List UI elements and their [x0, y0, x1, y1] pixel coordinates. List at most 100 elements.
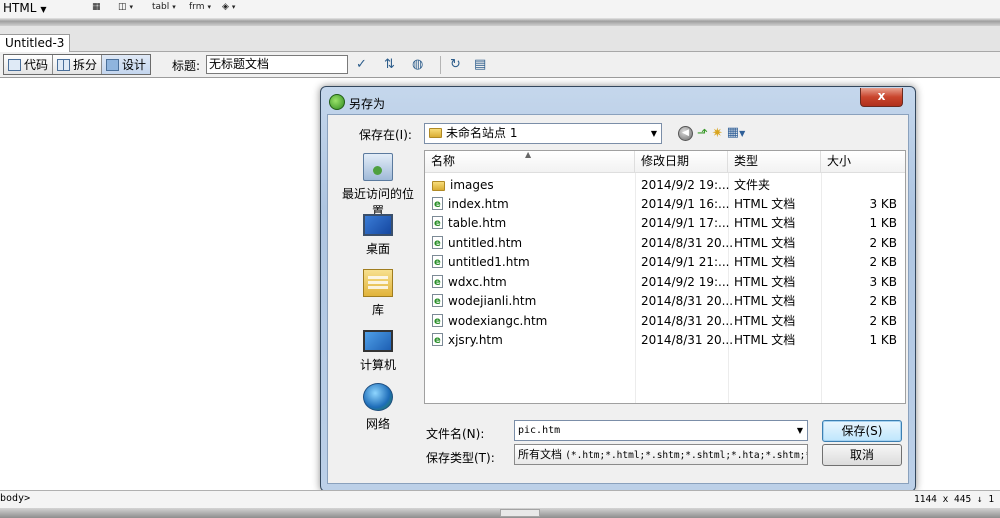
- code-view-button[interactable]: 代码: [4, 55, 54, 74]
- view-options-icon: ▤: [474, 57, 487, 72]
- save-in-label: 保存在(I):: [359, 128, 412, 142]
- file-row[interactable]: images 2014/9/2 19:... 文件夹: [425, 176, 905, 195]
- html-file-icon: [432, 253, 443, 272]
- tag-chooser-button[interactable]: ◈ ▾: [222, 2, 235, 12]
- desktop-icon: [363, 214, 393, 236]
- file-type: 文件夹: [734, 178, 771, 192]
- filename-input[interactable]: pic.htm ▼: [514, 420, 808, 441]
- file-transfer-icon: ⇅: [384, 57, 395, 72]
- filename-value: pic.htm: [518, 425, 561, 436]
- column-header-label: 大小: [827, 154, 852, 168]
- split-view-label: 拆分: [73, 58, 98, 72]
- file-row[interactable]: untitled1.htm 2014/9/1 21:... HTML 文档 2 …: [425, 253, 905, 272]
- table-grid-button[interactable]: ▦: [92, 2, 101, 12]
- place-label: 库: [371, 303, 384, 317]
- title-input[interactable]: 无标题文档: [206, 55, 348, 74]
- file-row[interactable]: wodexiangc.htm 2014/8/31 20... HTML 文档 2…: [425, 312, 905, 331]
- table-grid-icon: ▦: [92, 2, 101, 12]
- filetype-select[interactable]: 所有文档 (*.htm;*.html;*.shtm;*.shtml;*.hta;…: [514, 444, 808, 465]
- tag-selector[interactable]: body>: [0, 493, 30, 504]
- file-size: 2 KB: [869, 236, 897, 250]
- refresh-button[interactable]: ↻: [450, 56, 461, 73]
- recent-places-icon: [363, 153, 393, 181]
- view-options-button[interactable]: ▤: [474, 56, 486, 73]
- code-view-label: 代码: [24, 58, 49, 72]
- file-row[interactable]: table.htm 2014/9/1 17:... HTML 文档 1 KB: [425, 214, 905, 233]
- file-size: 3 KB: [869, 275, 897, 289]
- file-name: table.htm: [448, 216, 507, 230]
- file-row[interactable]: xjsry.htm 2014/8/31 20... HTML 文档 1 KB: [425, 331, 905, 350]
- file-type: HTML 文档: [734, 333, 796, 347]
- validate-button[interactable]: ✓: [356, 56, 367, 73]
- cancel-button[interactable]: 取消: [822, 444, 902, 466]
- form-label: frm: [189, 2, 205, 12]
- file-type: HTML 文档: [734, 314, 796, 328]
- chevron-down-icon: ▼: [650, 129, 657, 138]
- library-icon: [363, 269, 393, 297]
- column-header-date[interactable]: 修改日期: [635, 151, 728, 173]
- format-dropdown[interactable]: HTML ▼: [3, 1, 47, 15]
- file-row[interactable]: untitled.htm 2014/8/31 20... HTML 文档 2 K…: [425, 234, 905, 253]
- document-tab[interactable]: Untitled-3: [0, 34, 71, 52]
- document-toolbar: 代码 拆分 设计 标题: 无标题文档 ✓ ⇅ ◍ ↻ ▤: [0, 52, 1000, 78]
- file-type: HTML 文档: [734, 236, 796, 250]
- splitter-grip-icon[interactable]: [500, 509, 540, 517]
- split-view-button[interactable]: 拆分: [53, 55, 103, 74]
- table-button[interactable]: tabl ▾: [152, 2, 176, 12]
- place-desktop[interactable]: 桌面: [338, 211, 418, 257]
- place-network[interactable]: 网络: [338, 383, 418, 432]
- file-row[interactable]: index.htm 2014/9/1 16:... HTML 文档 3 KB: [425, 195, 905, 214]
- design-view-button[interactable]: 设计: [102, 55, 151, 74]
- html-file-icon: [432, 195, 443, 214]
- place-library[interactable]: 库: [338, 269, 418, 318]
- file-date: 2014/9/1 21:...: [641, 255, 730, 269]
- form-button[interactable]: frm ▾: [189, 2, 211, 12]
- design-view-label: 设计: [122, 58, 147, 72]
- preview-browser-button[interactable]: ◍: [412, 56, 423, 73]
- file-list[interactable]: 名称 ▲ 修改日期 类型 大小 images 2014/9/2 19:... 文…: [424, 150, 906, 404]
- validate-icon: ✓: [356, 57, 367, 72]
- up-folder-button[interactable]: ⬏: [697, 126, 708, 141]
- new-folder-button[interactable]: ✷: [712, 126, 723, 141]
- place-recent[interactable]: 最近访问的位置: [338, 153, 418, 219]
- column-header-type[interactable]: 类型: [728, 151, 821, 173]
- html-file-icon: [432, 214, 443, 233]
- file-row[interactable]: wodejianli.htm 2014/8/31 20... HTML 文档 2…: [425, 292, 905, 311]
- file-name: untitled1.htm: [448, 255, 530, 269]
- place-computer[interactable]: 计算机: [338, 327, 418, 373]
- file-size: 2 KB: [869, 294, 897, 308]
- column-header-size[interactable]: 大小: [821, 151, 905, 173]
- save-as-dialog: 另存为 x 保存在(I): 未命名站点 1 ▼ ◀ ⬏ ✷ ▦▼ 最近访问的位置…: [320, 86, 916, 492]
- html-file-icon: [432, 292, 443, 311]
- back-button[interactable]: ◀: [678, 125, 693, 141]
- view-menu-button[interactable]: ▦▼: [727, 125, 745, 141]
- network-icon: [363, 383, 393, 411]
- chevron-down-icon: ▾: [231, 3, 236, 11]
- file-size: [823, 176, 897, 195]
- file-size: 2 KB: [869, 255, 897, 269]
- panel-splitter[interactable]: [0, 508, 1000, 518]
- column-header-label: 修改日期: [641, 154, 690, 168]
- file-name: xjsry.htm: [448, 333, 503, 347]
- file-size: 1 KB: [869, 216, 897, 230]
- dialog-title: 另存为: [349, 97, 386, 111]
- insert-object-button[interactable]: ◫ ▾: [118, 2, 133, 12]
- globe-icon: ◍: [412, 57, 424, 72]
- folder-icon: [429, 128, 442, 138]
- filetype-patterns: (*.htm;*.html;*.shtm;*.shtml;*.hta;*.sht…: [565, 450, 808, 461]
- file-management-button[interactable]: ⇅: [384, 56, 395, 73]
- column-header-name[interactable]: 名称 ▲: [425, 151, 635, 173]
- close-button[interactable]: x: [860, 88, 903, 107]
- save-button[interactable]: 保存(S): [822, 420, 902, 442]
- html-file-icon: [432, 331, 443, 350]
- file-row[interactable]: wdxc.htm 2014/9/2 19:... HTML 文档 3 KB: [425, 273, 905, 292]
- file-type: HTML 文档: [734, 294, 796, 308]
- html-file-icon: [432, 312, 443, 331]
- refresh-icon: ↻: [450, 57, 461, 72]
- file-name: wodejianli.htm: [448, 294, 537, 308]
- file-name: wodexiangc.htm: [448, 314, 548, 328]
- file-size: 1 KB: [869, 333, 897, 347]
- place-label: 桌面: [365, 242, 390, 256]
- window-size-readout: 1144 x 445 ↓ 1 K: [914, 494, 1000, 505]
- save-in-dropdown[interactable]: 未命名站点 1 ▼: [424, 123, 662, 144]
